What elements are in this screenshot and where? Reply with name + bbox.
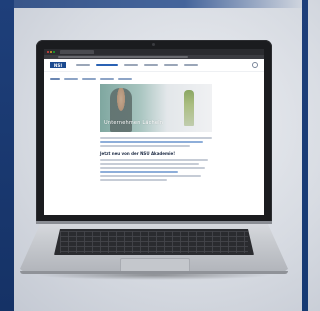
hero-title: Unternehmen Lächeln	[104, 120, 164, 126]
keyboard-keys	[60, 231, 248, 253]
laptop-hinge	[36, 221, 272, 224]
sub-nav-item[interactable]	[100, 78, 114, 80]
close-window-icon[interactable]	[47, 51, 49, 53]
text-line	[100, 141, 204, 143]
sub-nav-item[interactable]	[82, 78, 96, 80]
background-band-left	[0, 0, 14, 311]
browser-tab[interactable]	[60, 50, 94, 54]
text-line	[100, 137, 212, 139]
nav-item[interactable]	[76, 64, 90, 66]
sub-nav-item[interactable]	[50, 78, 60, 80]
laptop-screen: NSI Unternehmen Lächeln Jetzt neu von de…	[44, 49, 264, 215]
text-line	[100, 171, 179, 173]
laptop-front-lip	[20, 271, 288, 274]
site-header: NSI	[44, 59, 264, 72]
site-logo[interactable]: NSI	[50, 62, 66, 68]
nav-item[interactable]	[124, 64, 138, 66]
camera-icon	[152, 43, 155, 46]
text-line	[100, 175, 201, 177]
text-line	[100, 167, 206, 169]
nav-item[interactable]	[164, 64, 178, 66]
sub-navigation	[44, 72, 264, 84]
article-headline: Jetzt neu von der NSU Akademie!	[100, 151, 176, 156]
article-content: Jetzt neu von der NSU Akademie!	[100, 137, 212, 181]
main-nav	[76, 64, 198, 66]
address-bar[interactable]	[58, 56, 188, 58]
maximize-window-icon[interactable]	[53, 51, 55, 53]
background-band-top	[0, 0, 308, 8]
text-line	[100, 159, 208, 161]
text-line	[100, 145, 190, 147]
hero-banner: Unternehmen Lächeln	[100, 84, 212, 132]
nav-item-active[interactable]	[96, 64, 118, 66]
hero-plant-image	[184, 90, 194, 126]
text-line	[100, 179, 168, 181]
sub-nav-item[interactable]	[64, 78, 78, 80]
laptop-lid: NSI Unternehmen Lächeln Jetzt neu von de…	[36, 40, 272, 222]
minimize-window-icon[interactable]	[50, 51, 52, 53]
nav-item[interactable]	[184, 64, 198, 66]
background-band-right	[302, 0, 308, 311]
nav-item[interactable]	[144, 64, 158, 66]
text-line	[100, 163, 199, 165]
sub-nav-item[interactable]	[118, 78, 132, 80]
search-icon[interactable]	[252, 62, 258, 68]
keyboard	[54, 229, 254, 255]
